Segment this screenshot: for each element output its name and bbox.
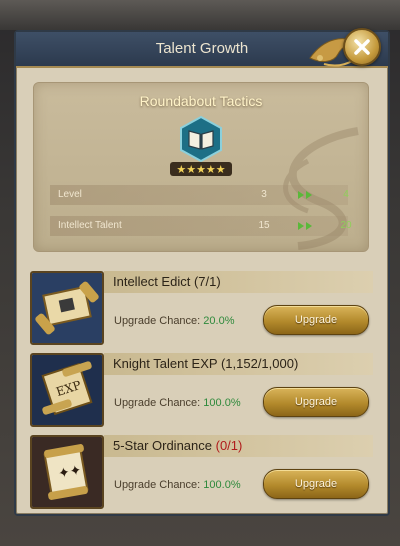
exp-scroll-icon: EXP bbox=[30, 353, 104, 427]
item-name: Intellect Edict (7/1) bbox=[113, 274, 221, 289]
scroll-icon bbox=[30, 271, 104, 345]
stat-next-value: 20 bbox=[340, 220, 352, 231]
skill-name: Roundabout Tactics bbox=[139, 93, 263, 109]
upgrade-button[interactable]: Upgrade bbox=[263, 305, 369, 335]
ordinance-scroll-icon: ✦✦ bbox=[30, 435, 104, 509]
close-button[interactable] bbox=[343, 28, 381, 66]
book-icon bbox=[180, 115, 222, 163]
star-rating: ★★★★★ bbox=[170, 162, 232, 176]
upgrade-item: Intellect Edict (7/1) Upgrade Chance: 20… bbox=[30, 271, 373, 347]
double-arrow-icon bbox=[298, 222, 312, 230]
upgrade-chance: Upgrade Chance: 20.0% bbox=[114, 315, 235, 327]
close-icon bbox=[354, 39, 370, 55]
skill-card: Roundabout Tactics ★★★★★ Level 3 4 Intel… bbox=[33, 82, 369, 252]
item-name: 5-Star Ordinance (0/1) bbox=[113, 438, 243, 453]
item-header: 5-Star Ordinance (0/1) bbox=[104, 435, 373, 457]
upgrade-chance: Upgrade Chance: 100.0% bbox=[114, 479, 241, 491]
upgrade-item: ✦✦ 5-Star Ordinance (0/1) Upgrade Chance… bbox=[30, 435, 373, 511]
upgrade-button[interactable]: Upgrade bbox=[263, 387, 369, 417]
stat-row-level: Level 3 4 bbox=[50, 185, 349, 205]
upgrade-item: EXP Knight Talent EXP (1,152/1,000) Upgr… bbox=[30, 353, 373, 429]
stat-label: Level bbox=[58, 189, 82, 200]
double-arrow-icon bbox=[298, 191, 312, 199]
item-name: Knight Talent EXP (1,152/1,000) bbox=[113, 356, 299, 371]
stat-next-value: 4 bbox=[343, 189, 349, 200]
item-header: Knight Talent EXP (1,152/1,000) bbox=[104, 353, 373, 375]
background bbox=[0, 0, 400, 30]
title-bar: Talent Growth bbox=[16, 32, 388, 68]
stat-current-value: 15 bbox=[258, 220, 270, 231]
upgrade-button[interactable]: Upgrade bbox=[263, 469, 369, 499]
upgrade-chance: Upgrade Chance: 100.0% bbox=[114, 397, 241, 409]
stat-label: Intellect Talent bbox=[58, 220, 122, 231]
stat-current-value: 3 bbox=[261, 189, 267, 200]
item-header: Intellect Edict (7/1) bbox=[104, 271, 373, 293]
stat-row-intellect: Intellect Talent 15 20 bbox=[50, 216, 352, 236]
talent-growth-panel: Talent Growth Roundabout Tactics ★★★★★ L… bbox=[14, 30, 390, 516]
